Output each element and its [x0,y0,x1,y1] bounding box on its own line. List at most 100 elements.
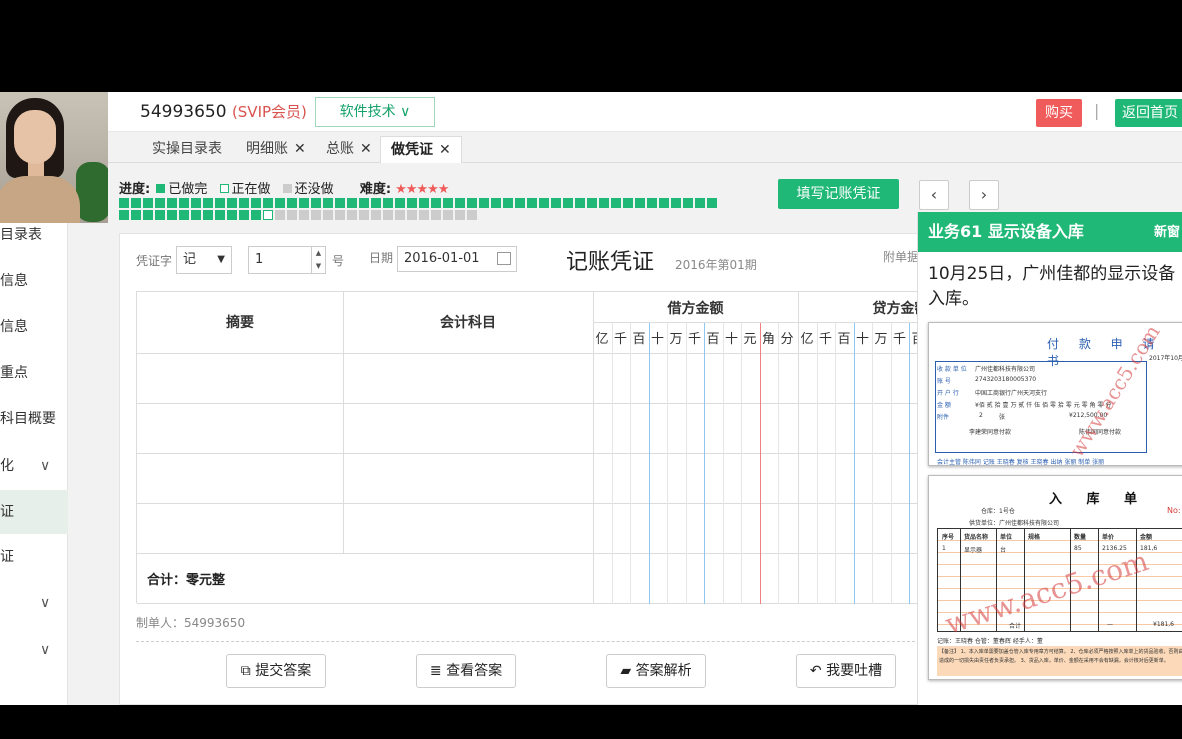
progress-cell[interactable] [251,198,261,208]
sidebar-item[interactable]: 信息 [0,259,68,303]
progress-cell[interactable] [359,198,369,208]
progress-cell[interactable] [275,210,285,220]
progress-cell[interactable] [335,198,345,208]
progress-cell[interactable] [659,198,669,208]
stepper-arrows-icon[interactable]: ▲ ▼ [311,247,325,273]
back-home-button[interactable]: 返回首页 [1115,99,1182,127]
progress-cell[interactable] [575,198,585,208]
progress-cell[interactable] [455,198,465,208]
date-input[interactable]: 2016-01-01 [397,246,517,272]
progress-cell[interactable] [503,198,513,208]
progress-cell[interactable] [227,198,237,208]
progress-cell[interactable] [467,198,477,208]
payment-request-image[interactable]: 付 款 申 请 书 2017年10月 收 款 单 位 广州佳都科技有限公司 账 … [928,322,1182,466]
progress-cell[interactable] [299,210,309,220]
progress-cell[interactable] [215,198,225,208]
sidebar-item-active[interactable]: 证 [0,490,68,534]
sidebar-item[interactable]: 证 [0,535,68,579]
progress-cell[interactable] [383,210,393,220]
progress-cell[interactable] [179,198,189,208]
tab-detail-ledger[interactable]: 明细账 ✕ [236,136,316,163]
close-icon[interactable]: ✕ [439,142,451,158]
progress-cell[interactable] [359,210,369,220]
fill-voucher-button[interactable]: 填写记账凭证 [778,179,899,209]
progress-cell[interactable] [311,198,321,208]
sidebar-item[interactable]: ∨ [0,581,68,625]
sidebar-item[interactable]: ∨ [0,628,68,672]
progress-cell[interactable] [443,198,453,208]
progress-cell[interactable] [251,210,261,220]
progress-cell[interactable] [263,198,273,208]
progress-cell[interactable] [539,198,549,208]
progress-cell[interactable] [335,210,345,220]
voucher-number-stepper[interactable]: 1 ▲ ▼ [248,246,326,274]
buy-button[interactable]: 购买 [1036,99,1082,127]
progress-cell[interactable] [395,198,405,208]
progress-cell[interactable] [143,198,153,208]
progress-cell[interactable] [347,198,357,208]
progress-cell[interactable] [623,198,633,208]
progress-cell[interactable] [299,198,309,208]
sidebar-item[interactable]: 化 ∨ [0,444,68,488]
progress-cell[interactable] [407,198,417,208]
close-icon[interactable]: ✕ [360,141,372,157]
progress-cell[interactable] [263,210,273,220]
voucher-type-select[interactable]: 记 ▼ [176,246,232,274]
progress-cell[interactable] [395,210,405,220]
progress-cell[interactable] [371,198,381,208]
progress-cell[interactable] [443,210,453,220]
progress-cell[interactable] [491,198,501,208]
progress-cell[interactable] [143,210,153,220]
progress-cell[interactable] [191,210,201,220]
progress-cell[interactable] [599,198,609,208]
progress-cell[interactable] [419,198,429,208]
progress-cell[interactable] [479,198,489,208]
progress-cell[interactable] [683,198,693,208]
progress-cell[interactable] [671,198,681,208]
progress-cell[interactable] [167,198,177,208]
progress-cell[interactable] [323,210,333,220]
progress-cell[interactable] [551,198,561,208]
progress-cell[interactable] [119,210,129,220]
software-tech-dropdown[interactable]: 软件技术 ∨ [315,97,435,127]
progress-cell[interactable] [119,198,129,208]
progress-cell[interactable] [695,198,705,208]
prev-button[interactable]: ‹ [919,180,949,210]
close-icon[interactable]: ✕ [294,141,306,157]
progress-cell[interactable] [203,210,213,220]
warehouse-receipt-image[interactable]: 入 库 单 仓库：1号仓 No: 供货单位：广州佳都科技有限公司 序号 1 货品名称… [928,475,1182,680]
progress-cell[interactable] [455,210,465,220]
complain-button[interactable]: ↶ 我要吐槽 [796,654,896,688]
progress-cell[interactable] [407,210,417,220]
progress-cell[interactable] [419,210,429,220]
progress-cell[interactable] [215,210,225,220]
sidebar-item[interactable]: 科目概要 [0,397,68,441]
progress-cell[interactable] [203,198,213,208]
next-button[interactable]: › [969,180,999,210]
progress-cell[interactable] [179,210,189,220]
progress-cell[interactable] [515,198,525,208]
tab-general-ledger[interactable]: 总账 ✕ [316,136,382,163]
progress-cell[interactable] [323,198,333,208]
progress-cell[interactable] [131,210,141,220]
progress-cell[interactable] [635,198,645,208]
progress-cell[interactable] [527,198,537,208]
progress-cell[interactable] [563,198,573,208]
sidebar-item[interactable]: 信息 [0,305,68,349]
progress-cell[interactable] [275,198,285,208]
view-answer-button[interactable]: ≣ 查看答案 [416,654,516,688]
progress-cell[interactable] [191,198,201,208]
sidebar-item[interactable]: 重点 [0,351,68,395]
progress-cell[interactable] [431,198,441,208]
tab-practice-catalog[interactable]: 实操目录表 [142,136,232,163]
progress-cell[interactable] [155,198,165,208]
progress-cell[interactable] [647,198,657,208]
progress-cell[interactable] [467,210,477,220]
progress-cell[interactable] [227,210,237,220]
progress-cell[interactable] [287,210,297,220]
progress-cell[interactable] [167,210,177,220]
progress-cell[interactable] [287,198,297,208]
progress-cell[interactable] [131,198,141,208]
progress-cell[interactable] [155,210,165,220]
progress-cell[interactable] [311,210,321,220]
